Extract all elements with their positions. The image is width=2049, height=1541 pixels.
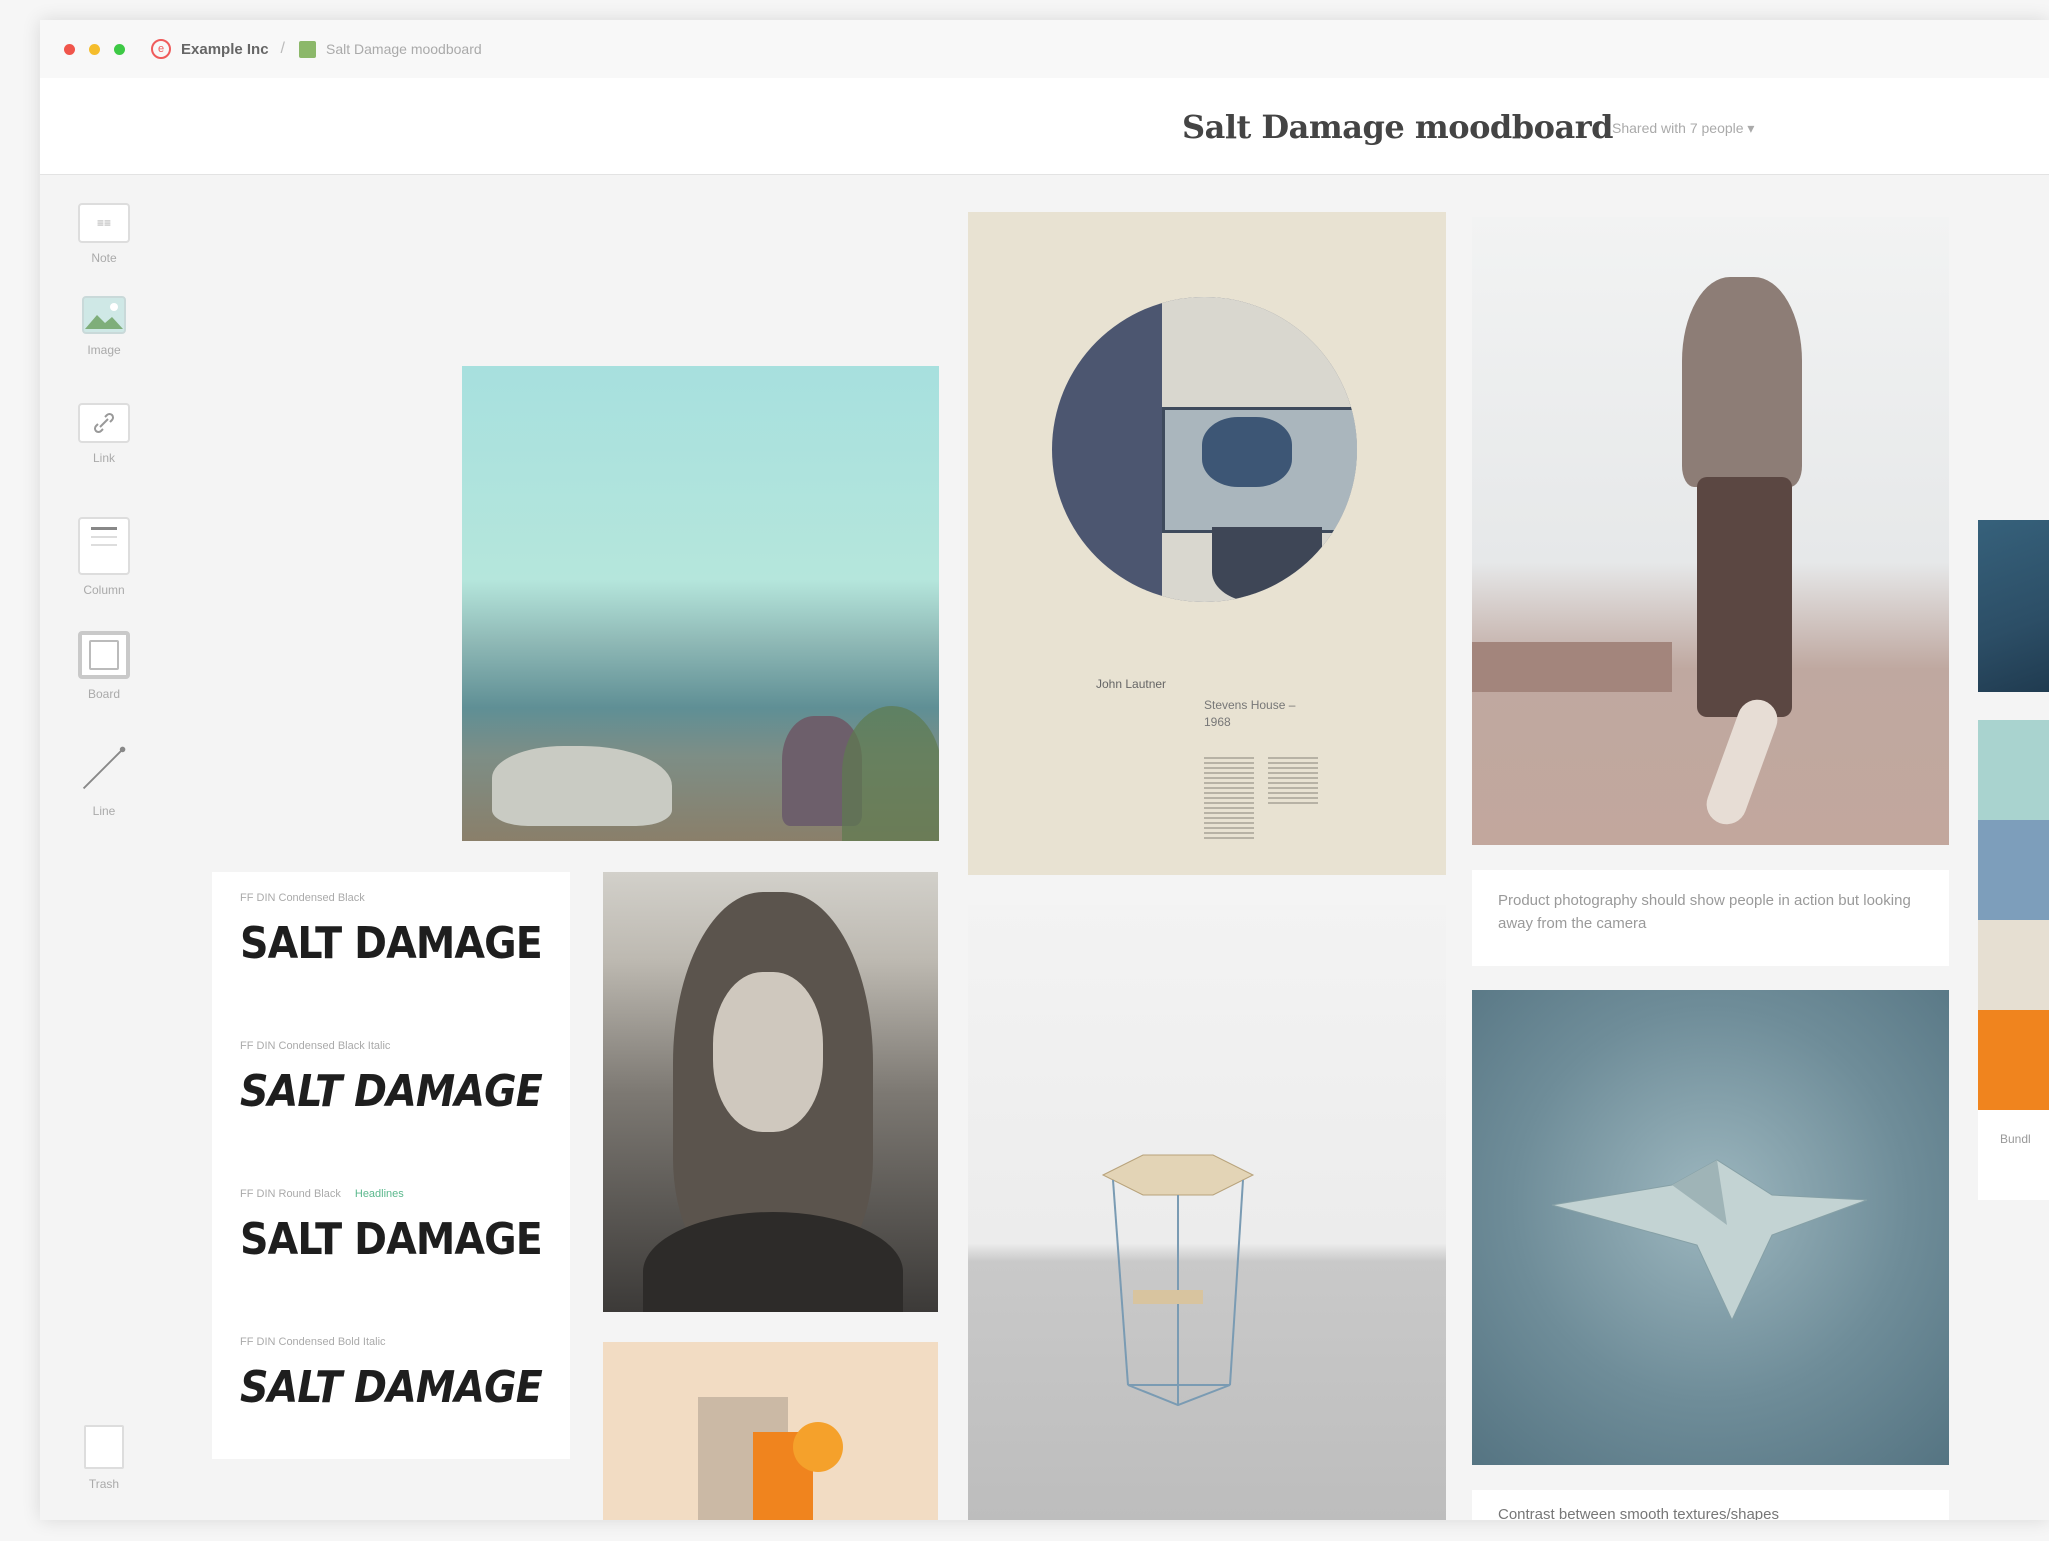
poster-text-block <box>1268 757 1318 807</box>
link-icon <box>78 403 130 443</box>
collage-circle-shape <box>793 1422 843 1472</box>
window-controls <box>64 43 125 55</box>
sea-photo[interactable] <box>462 366 939 841</box>
tool-label: Trash <box>88 1477 120 1491</box>
font-sample: SALT DAMAGE <box>240 1362 543 1413</box>
font-name: FF DIN Condensed Bold Italic <box>240 1336 386 1348</box>
note-text: Contrast between smooth textures/shapes <box>1498 1506 1779 1520</box>
font-sample: SALT DAMAGE <box>240 1214 543 1265</box>
poster-subtitle: Stevens House – 1968 <box>1204 698 1296 729</box>
font-sample: SALT DAMAGE <box>240 918 543 969</box>
poster-text-block <box>1204 757 1254 842</box>
breadcrumb-org[interactable]: Example Inc <box>181 41 269 58</box>
font-row: FF DIN Condensed Black Italic SALT DAMAG… <box>240 1040 570 1117</box>
trash-button[interactable]: Trash <box>66 1425 142 1491</box>
tool-label: Line <box>92 804 116 818</box>
tool-line[interactable]: Line <box>66 740 142 818</box>
org-logo-icon: e <box>151 39 171 59</box>
palette-label: Bundl <box>2000 1132 2031 1146</box>
shrub-shape <box>842 706 939 841</box>
breadcrumb-board[interactable]: Salt Damage moodboard <box>326 41 482 57</box>
skater-photo[interactable] <box>1472 217 1949 845</box>
collage-image[interactable] <box>603 1342 938 1520</box>
note-card[interactable]: Contrast between smooth textures/shapes <box>1472 1490 1949 1520</box>
font-name: FF DIN Round Black Headlines <box>240 1188 570 1200</box>
left-toolbar: ≡≡ Note Image Link Column Board Line Tra… <box>40 175 165 1520</box>
board-header: Salt Damage moodboard Shared with 7 peop… <box>40 78 2049 175</box>
face-shape <box>713 972 823 1132</box>
font-tag: Headlines <box>354 1188 404 1200</box>
note-card[interactable]: Product photography should show people i… <box>1472 870 1949 966</box>
font-sample: SALT DAMAGE <box>240 1066 543 1117</box>
torso-shape <box>1682 277 1802 487</box>
building-shape <box>1472 642 1672 692</box>
board-icon <box>299 40 316 58</box>
tool-label: Note <box>91 251 117 265</box>
note-text: Product photography should show people i… <box>1498 892 1911 932</box>
portrait-photo[interactable] <box>603 872 938 1312</box>
font-row: FF DIN Round Black Headlines SALT DAMAGE <box>240 1188 570 1265</box>
trash-icon <box>84 1425 124 1469</box>
breadcrumb-separator: / <box>280 40 285 57</box>
tool-label: Board <box>87 687 121 701</box>
swatch-orange[interactable] <box>1978 1010 2049 1110</box>
tool-image[interactable]: Image <box>66 295 142 357</box>
font-row: FF DIN Condensed Bold Italic SALT DAMAGE <box>240 1336 570 1413</box>
font-name: FF DIN Condensed Black Italic <box>240 1040 391 1052</box>
stool-drawing <box>1101 1154 1255 1407</box>
image-icon <box>78 295 130 335</box>
maximize-window-button[interactable] <box>114 43 125 55</box>
tool-note[interactable]: ≡≡ Note <box>66 203 142 265</box>
close-window-button[interactable] <box>64 43 75 55</box>
rock-shape <box>492 746 672 826</box>
typography-card[interactable]: FF DIN Condensed Black SALT DAMAGE FF DI… <box>212 872 570 1459</box>
mountain-photo[interactable] <box>1978 520 2049 692</box>
shoulders-shape <box>643 1212 903 1312</box>
tool-label: Image <box>87 343 121 357</box>
font-name-text: FF DIN Round Black <box>240 1188 341 1200</box>
share-button[interactable]: Shared with 7 people ▾ <box>1612 120 1754 137</box>
page-title[interactable]: Salt Damage moodboard <box>1182 108 1613 146</box>
tool-label: Column <box>83 583 125 597</box>
origami-bird <box>1551 1159 1868 1322</box>
swatch-mint[interactable] <box>1978 720 2049 820</box>
poster-image[interactable]: John Lautner Stevens House – 1968 <box>968 212 1446 875</box>
tool-board[interactable]: Board <box>66 631 142 701</box>
tool-label: Link <box>92 451 115 465</box>
swatch-blue[interactable] <box>1978 820 2049 920</box>
stool-photo[interactable] <box>968 905 1446 1520</box>
tool-column[interactable]: Column <box>66 517 142 597</box>
poster-circle <box>1052 297 1357 602</box>
tool-link[interactable]: Link <box>66 403 142 465</box>
note-icon: ≡≡ <box>78 203 130 243</box>
line-icon <box>78 740 130 796</box>
legs-shape <box>1697 477 1792 717</box>
browser-bar: e Example Inc / Salt Damage moodboard <box>40 20 2049 78</box>
poster-name: John Lautner <box>1096 677 1167 691</box>
minimize-window-button[interactable] <box>89 43 100 55</box>
origami-photo[interactable] <box>1472 990 1949 1465</box>
column-icon <box>78 517 130 575</box>
swatch-sand[interactable] <box>1978 920 2049 1010</box>
board-tool-icon <box>78 631 130 679</box>
color-palette-card[interactable]: Bundl <box>1978 720 2049 1200</box>
font-name: FF DIN Condensed Black <box>240 892 365 904</box>
font-row: FF DIN Condensed Black SALT DAMAGE <box>240 892 570 969</box>
app-window: e Example Inc / Salt Damage moodboard Sa… <box>40 20 2049 1520</box>
